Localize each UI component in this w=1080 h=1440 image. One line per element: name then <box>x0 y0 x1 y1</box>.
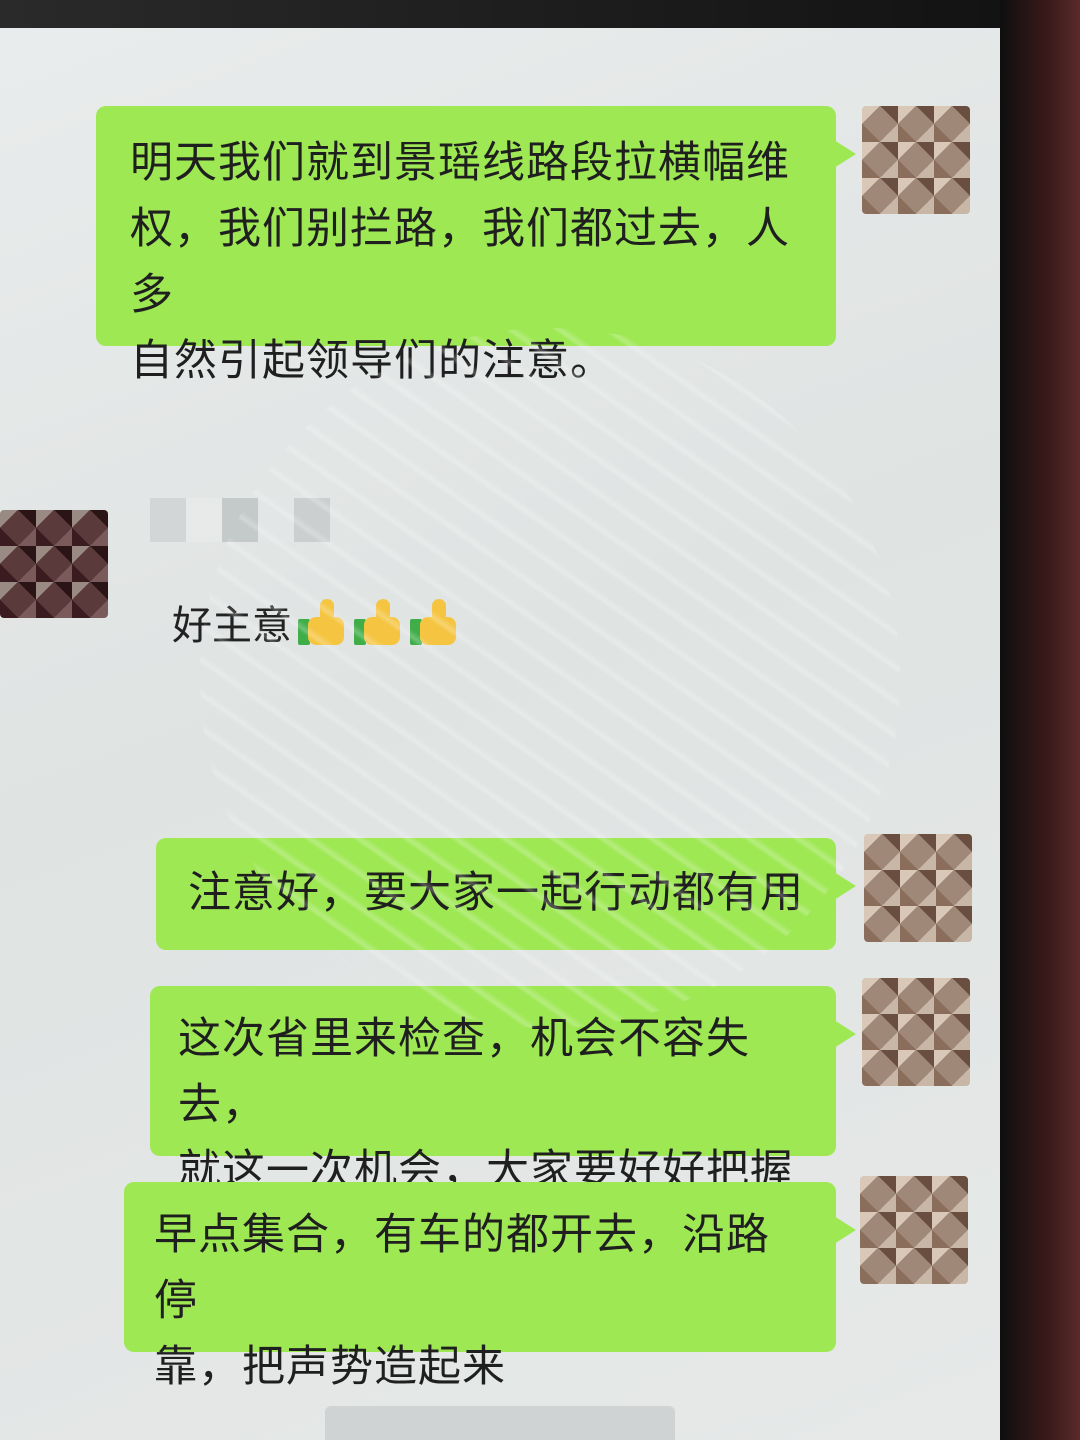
avatar[interactable] <box>860 1176 968 1284</box>
thumbs-up-icon <box>298 597 348 647</box>
chat-screen[interactable]: 明天我们就到景瑶线路段拉横幅维 权，我们别拦路，我们都过去，人多 自然引起领导们… <box>0 28 1000 1440</box>
message-text-line: 注意好，要大家一起行动都有用 <box>188 868 804 918</box>
message-text: 好主意 <box>172 603 292 649</box>
message-text-line: 靠，把声势造起来 <box>154 1342 506 1392</box>
system-notice-blurred <box>325 1406 675 1440</box>
message-text-line: 这次省里来检查，机会不容失去， <box>178 1014 750 1130</box>
phone-bezel <box>1000 0 1080 1440</box>
message-text-line: 自然引起领导们的注意。 <box>130 336 614 386</box>
avatar[interactable] <box>862 106 970 214</box>
avatar[interactable] <box>864 834 972 942</box>
message-bubble[interactable]: 明天我们就到景瑶线路段拉横幅维 权，我们别拦路，我们都过去，人多 自然引起领导们… <box>96 106 856 386</box>
avatar[interactable] <box>0 510 108 618</box>
message-text-line: 权，我们别拦路，我们都过去，人多 <box>130 204 790 320</box>
message-text-line: 早点集合，有车的都开去，沿路停 <box>154 1210 770 1326</box>
message-bubble[interactable]: 早点集合，有车的都开去，沿路停 靠，把声势造起来 <box>124 1182 856 1392</box>
avatar[interactable] <box>862 978 970 1086</box>
message-bubble[interactable]: 注意好，要大家一起行动都有用 <box>156 838 856 950</box>
thumbs-up-icon <box>354 597 404 647</box>
message-text-line: 明天我们就到景瑶线路段拉横幅维 <box>130 138 790 188</box>
thumbs-up-icon <box>410 597 460 647</box>
sender-name-blurred <box>150 498 330 542</box>
message-bubble[interactable]: 这次省里来检查，机会不容失去， 就这一次机会，大家要好好把握 <box>150 986 856 1196</box>
message-plain[interactable]: 好主意 <box>172 593 460 651</box>
